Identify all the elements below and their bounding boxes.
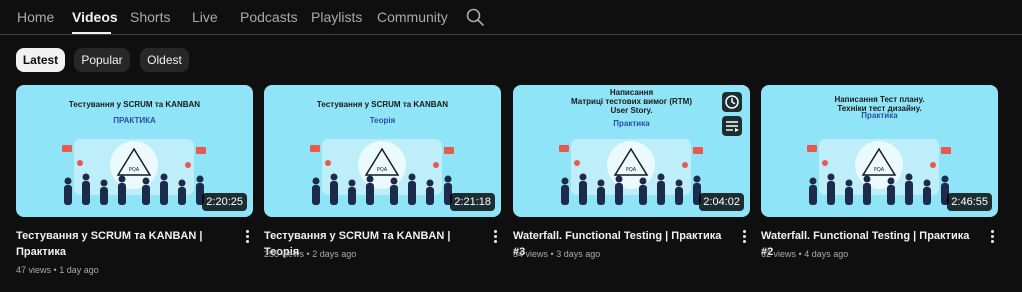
view-count: 47 views <box>16 265 52 275</box>
more-vert-icon <box>990 230 994 233</box>
svg-text:PQA: PQA <box>874 167 885 173</box>
view-count: 62 views <box>761 249 797 259</box>
video-metadata: 62 views • 4 days ago <box>761 249 848 259</box>
channel-tabs: Home Videos Shorts Live Podcasts Playlis… <box>0 0 1022 35</box>
active-tab-underline <box>72 32 111 34</box>
video-menu-button[interactable] <box>489 228 501 246</box>
video-card: Написання Матриці тестових вимог (RTM) U… <box>513 85 750 259</box>
team-illustration: PQA <box>310 139 454 205</box>
thumbnail-subtitle-text: Практика <box>861 111 898 120</box>
channel-search-button[interactable] <box>465 7 485 27</box>
video-menu-button[interactable] <box>986 228 998 246</box>
video-thumbnail[interactable]: Тестування у SCRUM та KANBAN ПРАКТИКА PQ… <box>16 85 253 217</box>
tab-live[interactable]: Live <box>192 9 218 25</box>
video-card: Написання Тест плану. Техніки тест дизай… <box>761 85 998 259</box>
video-thumbnail[interactable]: Тестування у SCRUM та KANBAN Теорія PQA <box>264 85 501 217</box>
svg-text:PQA: PQA <box>377 167 388 173</box>
meta-separator: • <box>798 249 802 259</box>
more-vert-icon <box>493 230 497 233</box>
upload-age: 4 days ago <box>804 249 849 259</box>
view-count: 258 views <box>264 249 305 259</box>
video-metadata: 258 views • 2 days ago <box>264 249 356 259</box>
thumbnail-subtitle-text: ПРАКТИКА <box>113 116 156 125</box>
tab-community[interactable]: Community <box>377 9 448 25</box>
upload-age: 1 day ago <box>59 265 99 275</box>
video-metadata: 47 views • 1 day ago <box>16 265 99 275</box>
more-vert-icon <box>742 230 746 233</box>
thumbnail-title-text: Тестування у SCRUM та KANBAN <box>68 100 201 109</box>
thumbnail-title-text: Тестування у SCRUM та KANBAN <box>316 100 449 109</box>
video-menu-button[interactable] <box>241 228 253 246</box>
team-illustration: PQA <box>559 139 703 205</box>
watch-later-button[interactable] <box>722 92 742 112</box>
more-vert-icon <box>245 230 249 233</box>
upload-age: 2 days ago <box>312 249 357 259</box>
thumbnail-title-text: Написання Матриці тестових вимог (RTM) U… <box>571 88 692 115</box>
tab-playlists[interactable]: Playlists <box>311 9 362 25</box>
add-to-queue-button[interactable] <box>722 116 742 136</box>
video-thumbnail[interactable]: Написання Тест плану. Техніки тест дизай… <box>761 85 998 217</box>
filter-oldest-chip[interactable]: Oldest <box>140 48 189 72</box>
thumbnail-subtitle-text: Теорія <box>369 116 396 125</box>
video-duration-badge: 2:46:55 <box>947 193 992 211</box>
filter-popular-chip[interactable]: Popular <box>74 48 130 72</box>
meta-separator: • <box>550 249 554 259</box>
upload-age: 3 days ago <box>556 249 601 259</box>
svg-text:PQA: PQA <box>626 167 637 173</box>
filter-latest-chip[interactable]: Latest <box>16 48 65 72</box>
video-duration-badge: 2:20:25 <box>202 193 247 211</box>
tab-shorts[interactable]: Shorts <box>130 9 170 25</box>
video-title[interactable]: Тестування у SCRUM та KANBAN | Практика <box>16 228 230 260</box>
video-metadata: 54 views • 3 days ago <box>513 249 600 259</box>
clock-icon <box>725 95 739 109</box>
team-illustration: PQA <box>807 139 951 205</box>
meta-separator: • <box>306 249 310 259</box>
meta-separator: • <box>53 265 57 275</box>
view-count: 54 views <box>513 249 549 259</box>
team-illustration: PQA <box>62 139 206 205</box>
tab-videos[interactable]: Videos <box>72 9 118 25</box>
video-duration-badge: 2:21:18 <box>450 193 495 211</box>
tab-podcasts[interactable]: Podcasts <box>240 9 298 25</box>
add-to-queue-icon <box>726 121 739 132</box>
video-duration-badge: 2:04:02 <box>699 193 744 211</box>
video-card: Тестування у SCRUM та KANBAN Теорія PQA <box>264 85 501 259</box>
search-icon <box>466 8 484 26</box>
video-menu-button[interactable] <box>738 228 750 246</box>
svg-text:PQA: PQA <box>129 167 140 173</box>
tab-home[interactable]: Home <box>17 9 54 25</box>
thumbnail-subtitle-text: Практика <box>613 119 650 128</box>
video-card: Тестування у SCRUM та KANBAN ПРАКТИКА PQ… <box>16 85 253 275</box>
video-thumbnail[interactable]: Написання Матриці тестових вимог (RTM) U… <box>513 85 750 217</box>
